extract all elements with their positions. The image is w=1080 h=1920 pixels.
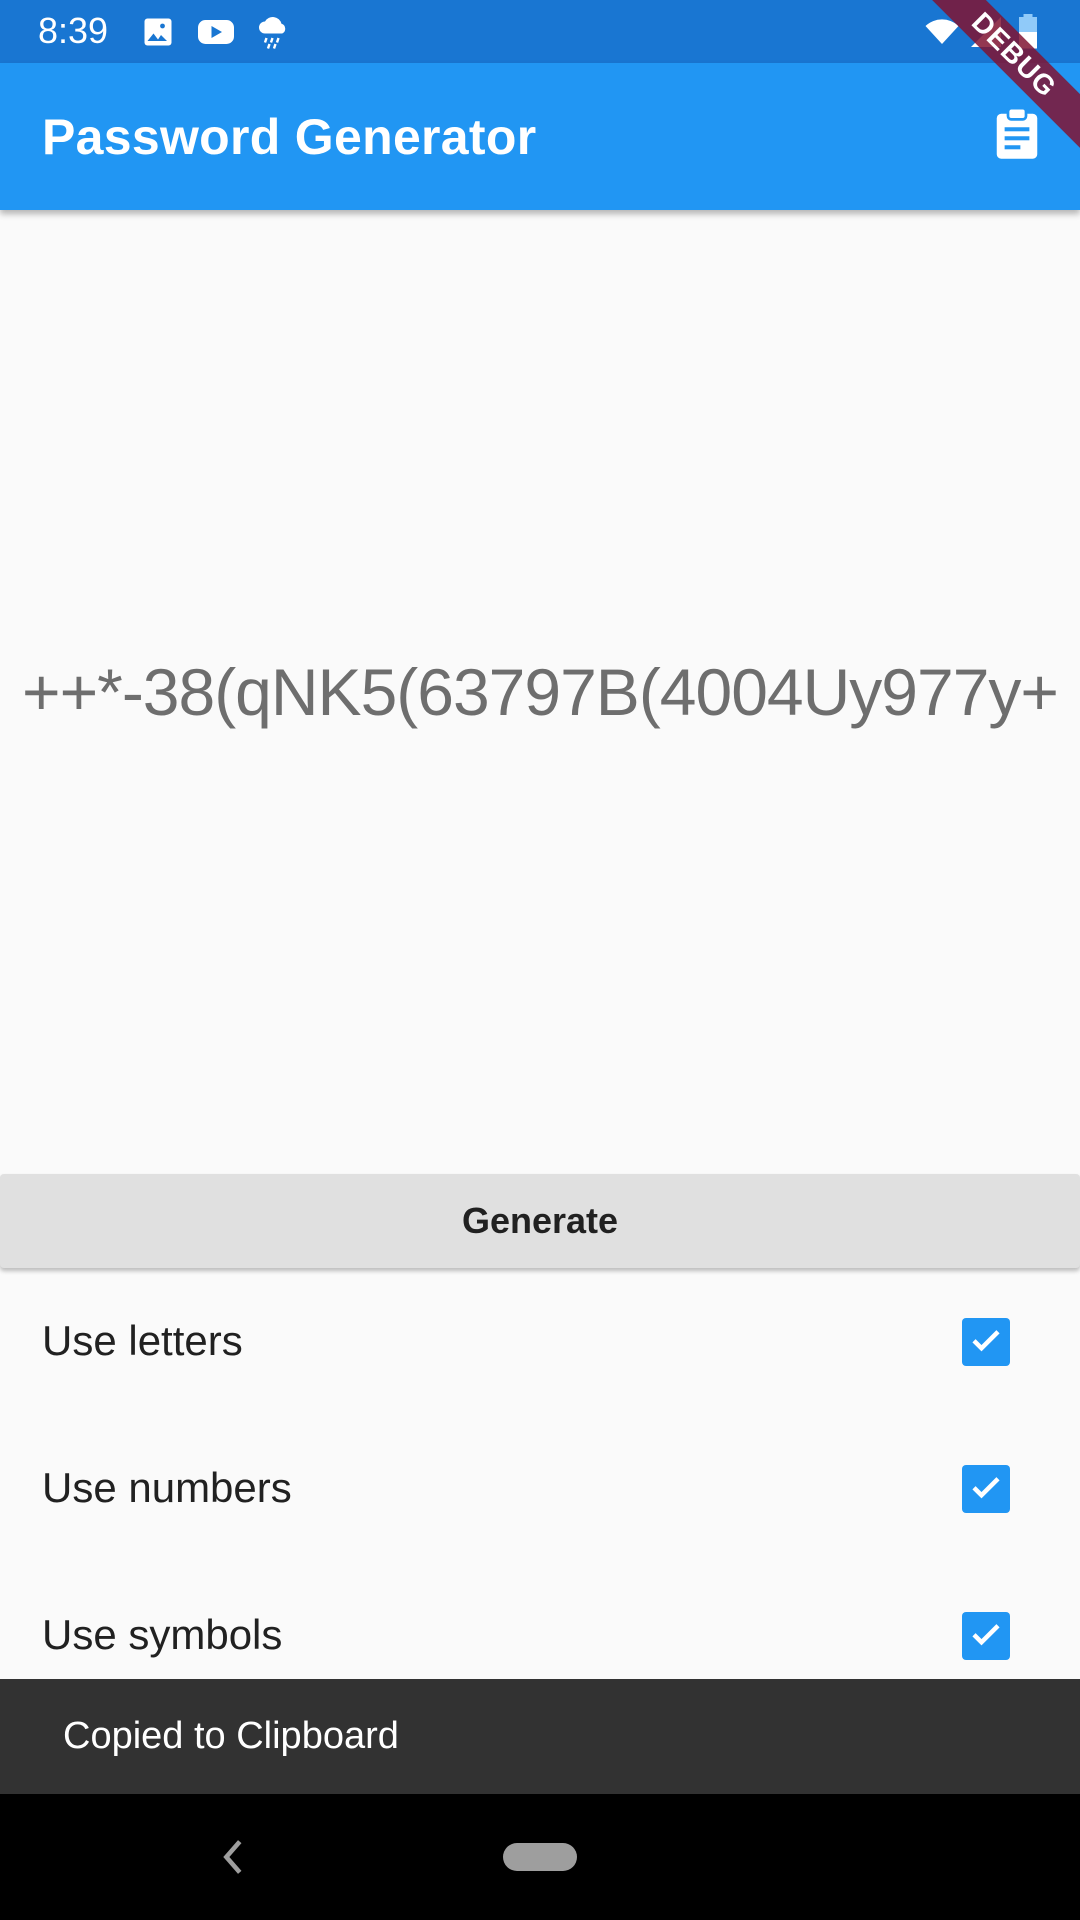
- status-bar: 8:39: [0, 0, 1080, 63]
- use-symbols-checkbox[interactable]: [962, 1612, 1010, 1660]
- check-icon: [968, 1322, 1004, 1363]
- option-use-letters[interactable]: Use letters: [0, 1268, 1080, 1415]
- wifi-icon: [922, 14, 959, 50]
- image-icon: [140, 14, 176, 50]
- generated-password: ++*-38(qNK5(63797B(4004Uy977y+: [22, 655, 1059, 729]
- app-bar: Password Generator: [0, 63, 1080, 210]
- signal-icon: [968, 14, 1004, 50]
- home-icon[interactable]: [503, 1843, 577, 1871]
- app-screen: 8:39 DEBUG Password Generator ++*-38(qNK…: [0, 0, 1080, 1920]
- app-title: Password Generator: [42, 109, 537, 165]
- check-icon: [968, 1616, 1004, 1657]
- check-icon: [968, 1469, 1004, 1510]
- youtube-icon: [196, 14, 234, 50]
- copy-to-clipboard-button[interactable]: [982, 101, 1052, 171]
- option-label: Use numbers: [42, 1464, 292, 1511]
- generate-button[interactable]: Generate: [0, 1174, 1080, 1268]
- weather-rain-icon: [256, 14, 292, 50]
- battery-icon: [1016, 14, 1052, 50]
- option-label: Use letters: [42, 1317, 243, 1364]
- option-use-numbers[interactable]: Use numbers: [0, 1415, 1080, 1562]
- option-label: Use symbols: [42, 1611, 283, 1658]
- status-time: 8:39: [38, 10, 109, 51]
- clipboard-icon: [992, 106, 1042, 166]
- snackbar-message: Copied to Clipboard: [63, 1715, 399, 1757]
- navigation-bar: [0, 1794, 1080, 1920]
- use-numbers-checkbox[interactable]: [962, 1465, 1010, 1513]
- password-display: ++*-38(qNK5(63797B(4004Uy977y+: [0, 210, 1080, 1174]
- back-icon[interactable]: [214, 1834, 254, 1880]
- use-letters-checkbox[interactable]: [962, 1318, 1010, 1366]
- snackbar: Copied to Clipboard: [0, 1679, 1080, 1794]
